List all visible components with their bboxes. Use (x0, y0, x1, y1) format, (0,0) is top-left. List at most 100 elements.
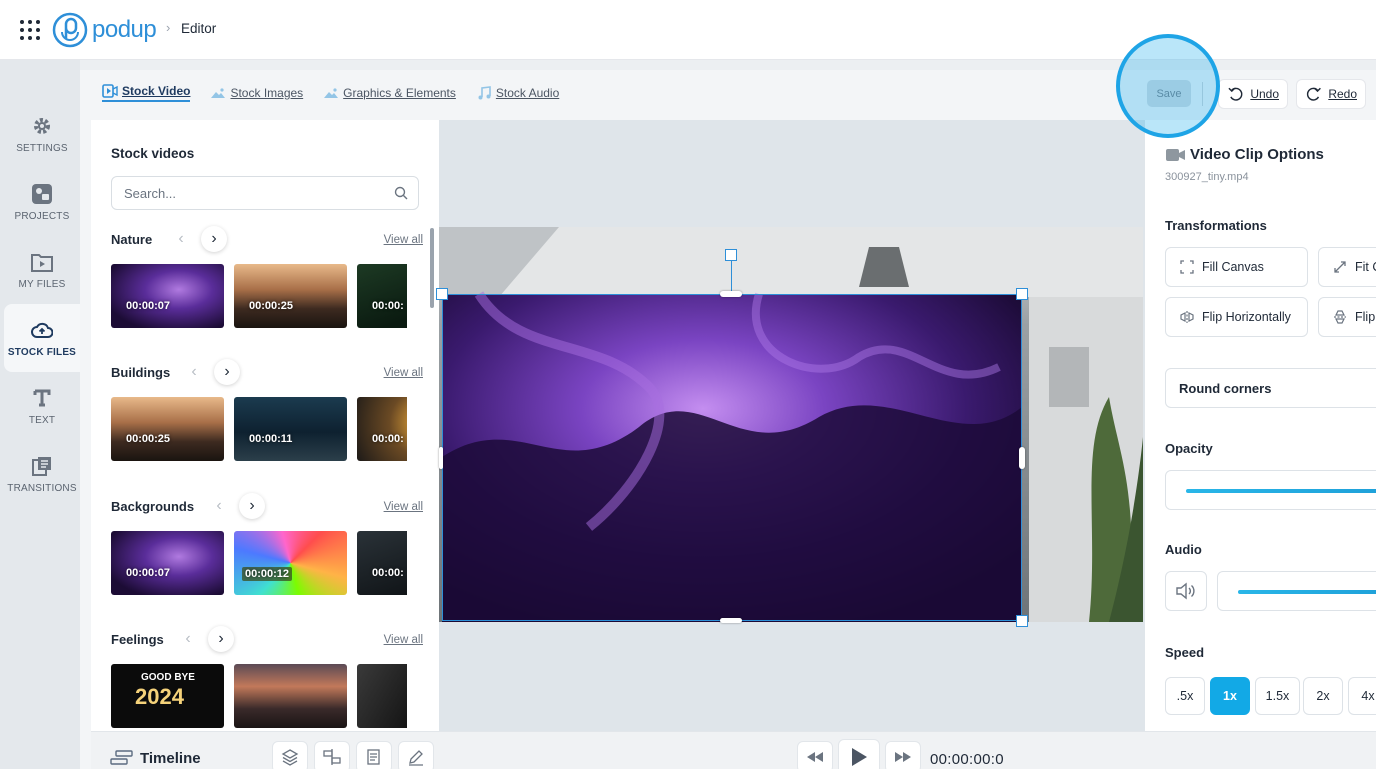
search-icon[interactable] (394, 186, 408, 200)
round-corners-toggle[interactable]: Round corners (1165, 368, 1376, 408)
video-thumbnail[interactable]: GOOD BYE 2024 (111, 664, 224, 728)
chevron-right-icon: › (249, 497, 255, 514)
resize-handle-top-left[interactable] (436, 288, 448, 300)
resize-handle-top-right[interactable] (1016, 288, 1028, 300)
text-icon (31, 387, 53, 409)
video-thumbnail[interactable]: 00:00:07 (111, 531, 224, 595)
chevron-left-icon: ‹ (191, 363, 197, 380)
video-thumbnail[interactable] (357, 664, 407, 728)
previous-button[interactable]: ‹ (181, 359, 207, 385)
speed-4x-button[interactable]: 4x (1348, 677, 1376, 715)
button-label: Flip (1355, 310, 1376, 324)
nav-item-projects[interactable]: PROJECTS (4, 168, 80, 236)
transitions-icon (31, 455, 53, 477)
image-icon (211, 88, 226, 98)
video-thumbnail[interactable]: 00:00:12 (234, 531, 347, 595)
view-all-link[interactable]: View all (384, 367, 423, 379)
logo-text: podup (92, 16, 157, 43)
redo-label: Redo (1328, 87, 1357, 101)
breadcrumb[interactable]: Editor (181, 21, 216, 36)
search-input[interactable] (124, 177, 384, 209)
breadcrumb-separator-icon: › (166, 20, 171, 35)
video-thumbnail[interactable]: 00:00:25 (234, 264, 347, 328)
redo-button[interactable]: Redo (1296, 79, 1366, 109)
chevron-right-icon: › (224, 363, 230, 380)
audio-volume-slider[interactable] (1217, 571, 1376, 611)
nav-item-transitions[interactable]: TRANSITIONS (4, 440, 80, 508)
tab-label: Stock Audio (495, 86, 560, 100)
undo-icon (1228, 87, 1243, 101)
edit-button[interactable] (398, 741, 434, 769)
fill-canvas-button[interactable]: Fill Canvas (1165, 247, 1308, 287)
nav-item-settings[interactable]: SETTINGS (4, 100, 80, 168)
resize-handle-right[interactable] (1019, 447, 1025, 469)
resize-handle-top[interactable] (720, 291, 742, 297)
audio-slider-fill (1238, 590, 1376, 594)
folder-video-icon (31, 251, 53, 273)
resize-handle-left[interactable] (439, 447, 443, 469)
tab-stock-video[interactable]: Stock Video (102, 84, 191, 102)
layers-button[interactable] (272, 741, 308, 769)
video-preview[interactable] (439, 227, 1143, 622)
previous-button[interactable]: ‹ (175, 626, 201, 652)
video-thumbnail[interactable]: 00:00:07 (111, 264, 224, 328)
video-thumbnail[interactable]: 00:00: (357, 397, 407, 461)
speed-1x-button[interactable]: 1x (1210, 677, 1250, 715)
mute-button[interactable] (1165, 571, 1207, 611)
rewind-button[interactable] (797, 741, 833, 769)
flip-horizontally-button[interactable]: Flip Horizontally (1165, 297, 1308, 337)
next-button[interactable]: › (208, 626, 234, 652)
podup-logo[interactable]: podup (52, 12, 157, 48)
thumbnail-row: 00:00:07 00:00:25 00:00: (111, 264, 407, 328)
panel-title: Video Clip Options (1190, 146, 1324, 163)
speed-1-5x-button[interactable]: 1.5x (1255, 677, 1300, 715)
fast-forward-button[interactable] (885, 741, 921, 769)
view-all-link[interactable]: View all (384, 634, 423, 646)
next-button[interactable]: › (239, 493, 265, 519)
video-thumbnail[interactable]: 00:00:25 (111, 397, 224, 461)
rotate-handle[interactable] (725, 249, 737, 261)
video-thumbnail[interactable]: 00:00: (357, 264, 407, 328)
nav-item-text[interactable]: TEXT (4, 372, 80, 440)
audio-heading: Audio (1165, 542, 1202, 557)
view-all-link[interactable]: View all (384, 234, 423, 246)
pencil-icon (409, 750, 423, 766)
play-button[interactable] (838, 739, 880, 769)
top-bar: podup › Editor (0, 0, 1376, 60)
toolbar-divider (1202, 82, 1203, 106)
podup-logo-mark-icon (52, 12, 88, 48)
panel-scrollbar[interactable] (430, 228, 434, 308)
speed-2x-button[interactable]: 2x (1303, 677, 1343, 715)
fast-forward-icon (895, 752, 911, 762)
fit-canvas-button[interactable]: Fit C (1318, 247, 1376, 287)
thumbnail-text: GOOD BYE (141, 672, 195, 683)
nav-item-stock-files[interactable]: STOCK FILES (4, 304, 80, 372)
gear-icon (31, 115, 53, 137)
previous-button[interactable]: ‹ (168, 226, 194, 252)
opacity-slider[interactable] (1165, 470, 1376, 510)
chevron-right-icon: › (218, 630, 224, 647)
previous-button[interactable]: ‹ (206, 493, 232, 519)
duration-label: 00:00: (372, 433, 404, 445)
flip-vertically-button[interactable]: Flip (1318, 297, 1376, 337)
category-buildings: Buildings ‹ › View all 00:00:25 00:00:11… (111, 359, 423, 461)
speed-0-5x-button[interactable]: .5x (1165, 677, 1205, 715)
video-thumbnail[interactable]: 00:00: (357, 531, 407, 595)
resize-handle-bottom-right[interactable] (1016, 615, 1028, 627)
video-thumbnail[interactable] (234, 664, 347, 728)
delete-clip-button[interactable] (356, 741, 392, 769)
resize-handle-bottom[interactable] (720, 618, 742, 623)
view-all-link[interactable]: View all (384, 501, 423, 513)
save-button[interactable]: Save (1147, 80, 1191, 107)
chevron-left-icon: ‹ (185, 630, 191, 647)
split-button[interactable] (314, 741, 350, 769)
tab-stock-images[interactable]: Stock Images (210, 86, 303, 100)
tab-graphics-elements[interactable]: Graphics & Elements (323, 86, 456, 100)
nav-item-my-files[interactable]: MY FILES (4, 236, 80, 304)
next-button[interactable]: › (214, 359, 240, 385)
video-thumbnail[interactable]: 00:00:11 (234, 397, 347, 461)
tab-stock-audio[interactable]: Stock Audio (476, 86, 559, 100)
undo-button[interactable]: Undo (1218, 79, 1288, 109)
apps-grid-icon[interactable] (20, 20, 40, 40)
next-button[interactable]: › (201, 226, 227, 252)
